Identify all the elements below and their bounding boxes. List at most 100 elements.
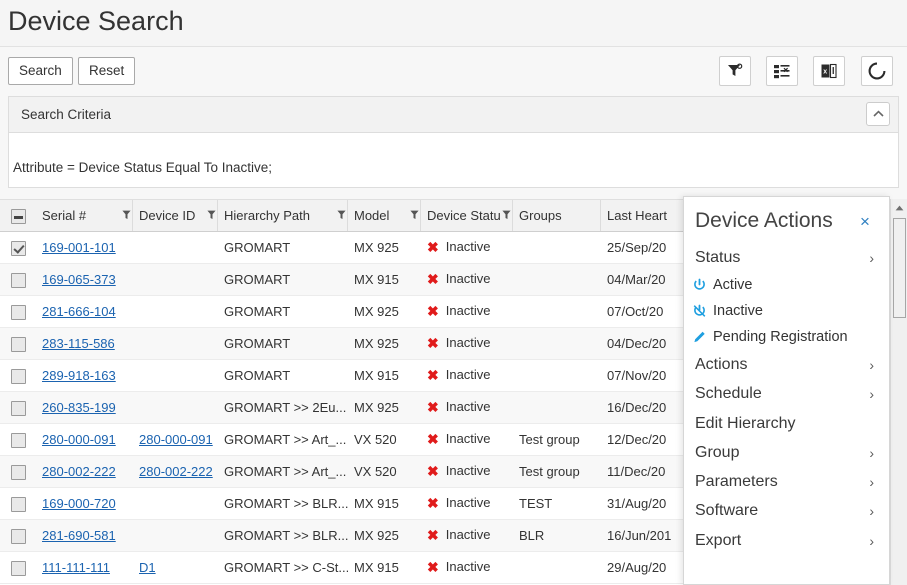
scrollbar-thumb[interactable] [893, 218, 906, 318]
criteria-collapse-button[interactable] [866, 102, 890, 126]
column-header-device_id[interactable]: Device ID [133, 199, 218, 232]
device-id-link[interactable]: 280-000-091 [139, 432, 213, 447]
column-settings-button[interactable] [766, 56, 798, 86]
row-checkbox[interactable] [10, 528, 26, 544]
serial-link[interactable]: 281-666-104 [42, 304, 116, 319]
row-checkbox[interactable] [10, 368, 26, 384]
row-select-cell[interactable] [0, 423, 36, 456]
cell-groups [513, 327, 601, 360]
refresh-icon [868, 62, 886, 80]
search-button[interactable]: Search [8, 57, 73, 85]
row-select-cell[interactable] [0, 231, 36, 264]
row-select-cell[interactable] [0, 359, 36, 392]
column-header-serial[interactable]: Serial # [36, 199, 133, 232]
vertical-scrollbar[interactable] [890, 199, 907, 585]
row-checkbox[interactable] [10, 560, 26, 576]
cell-groups [513, 295, 601, 328]
column-filter-icon[interactable] [410, 208, 419, 223]
column-header-groups[interactable]: Groups [513, 199, 601, 232]
chevron-up-icon [872, 110, 884, 117]
menu-item-edit-hierarchy[interactable]: Edit Hierarchy [684, 409, 889, 438]
menu-item-software[interactable]: Software › [684, 497, 889, 526]
refresh-button[interactable] [861, 56, 893, 86]
filter-settings-button[interactable] [719, 56, 751, 86]
column-header-status[interactable]: Device Statu [421, 199, 513, 232]
column-filter-icon[interactable] [337, 208, 346, 223]
cell-model: MX 915 [348, 263, 421, 296]
serial-link[interactable]: 289-918-163 [42, 368, 116, 383]
serial-link[interactable]: 283-115-586 [42, 336, 115, 351]
submenu-item-inactive[interactable]: Inactive [684, 298, 889, 324]
menu-item-parameters[interactable]: Parameters › [684, 467, 889, 496]
cell-model: MX 925 [348, 327, 421, 360]
cell-groups [513, 359, 601, 392]
menu-item-label: Status [695, 248, 741, 266]
device-search-page: Device Search Search Reset x Search Crit… [0, 0, 907, 585]
row-select-cell[interactable] [0, 295, 36, 328]
serial-link[interactable]: 169-065-373 [42, 272, 116, 287]
criteria-expression: Attribute = Device Status Equal To Inact… [13, 160, 273, 175]
column-header-model[interactable]: Model [348, 199, 421, 232]
menu-item-actions[interactable]: Actions › [684, 350, 889, 379]
device-id-link[interactable]: D1 [139, 560, 156, 575]
submenu-item-active[interactable]: Active [684, 272, 889, 298]
device-id-link[interactable]: 280-002-222 [139, 464, 213, 479]
action-toolbar: Search Reset x [0, 47, 907, 96]
row-select-cell[interactable] [0, 327, 36, 360]
menu-item-label: Group [695, 443, 740, 461]
select-all-cell[interactable] [0, 199, 36, 232]
row-checkbox[interactable] [10, 304, 26, 320]
column-filter-icon[interactable] [502, 208, 511, 223]
row-checkbox[interactable] [10, 496, 26, 512]
submenu-item-pending-registration[interactable]: Pending Registration [684, 324, 889, 350]
column-filter-icon[interactable] [122, 208, 131, 223]
filter-settings-icon [728, 63, 743, 76]
device-actions-menu: Status › Active Inactive Pending Registratio… [684, 243, 889, 555]
cell-groups [513, 551, 601, 584]
serial-link[interactable]: 281-690-581 [42, 528, 116, 543]
close-icon[interactable]: × [860, 213, 870, 230]
row-select-cell[interactable] [0, 263, 36, 296]
row-checkbox[interactable] [10, 432, 26, 448]
row-checkbox[interactable] [10, 400, 26, 416]
serial-link[interactable]: 169-001-101 [42, 240, 116, 255]
status-label: Inactive [445, 271, 491, 286]
serial-link[interactable]: 169-000-720 [42, 496, 116, 511]
select-all-checkbox[interactable] [10, 208, 26, 224]
cell-status: ✖ Inactive [421, 231, 513, 264]
serial-link[interactable]: 280-002-222 [42, 464, 116, 479]
column-filter-icon[interactable] [207, 208, 216, 223]
row-select-cell[interactable] [0, 519, 36, 552]
row-select-cell[interactable] [0, 487, 36, 520]
menu-item-status[interactable]: Status › [684, 243, 889, 272]
excel-export-button[interactable]: x [813, 56, 845, 86]
status-error-icon: ✖ [427, 367, 439, 383]
status-error-icon: ✖ [427, 271, 439, 287]
row-checkbox[interactable] [10, 464, 26, 480]
svg-text:x: x [823, 69, 827, 76]
serial-link[interactable]: 260-835-199 [42, 400, 116, 415]
cell-status: ✖ Inactive [421, 423, 513, 456]
row-select-cell[interactable] [0, 551, 36, 584]
row-checkbox[interactable] [10, 336, 26, 352]
scroll-up-button[interactable] [891, 199, 907, 216]
cell-hierarchy: GROMART [218, 295, 348, 328]
cell-status: ✖ Inactive [421, 263, 513, 296]
serial-link[interactable]: 280-000-091 [42, 432, 116, 447]
menu-item-label: Software [695, 502, 759, 520]
row-select-cell[interactable] [0, 455, 36, 488]
cell-device-id [133, 487, 218, 520]
serial-link[interactable]: 111-111-111 [42, 560, 110, 575]
chevron-right-icon: › [869, 503, 874, 520]
reset-button[interactable]: Reset [78, 57, 136, 85]
row-checkbox[interactable] [10, 240, 26, 256]
menu-item-schedule[interactable]: Schedule › [684, 380, 889, 409]
menu-item-group[interactable]: Group › [684, 438, 889, 467]
column-header-hierarchy[interactable]: Hierarchy Path [218, 199, 348, 232]
row-checkbox[interactable] [10, 272, 26, 288]
status-label: Inactive [445, 399, 491, 414]
row-select-cell[interactable] [0, 391, 36, 424]
cell-hierarchy: GROMART >> BLR... [218, 487, 348, 520]
page-title: Device Search [8, 6, 184, 36]
menu-item-export[interactable]: Export › [684, 526, 889, 555]
